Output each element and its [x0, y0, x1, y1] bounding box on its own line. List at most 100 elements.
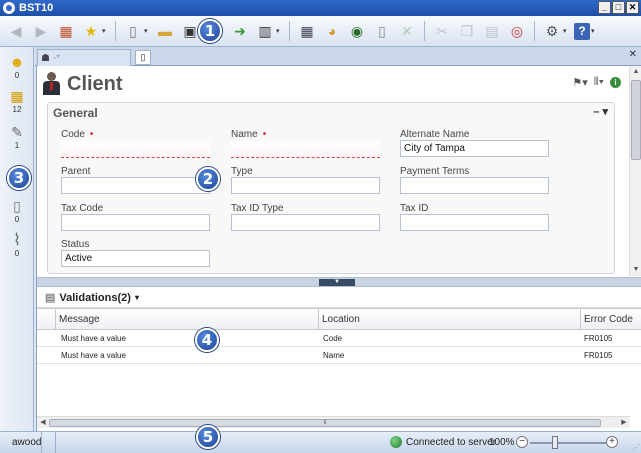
paste-icon[interactable]: ▤: [482, 21, 502, 41]
column-header-location[interactable]: Location: [322, 314, 360, 325]
resize-grip-icon[interactable]: ⋰: [632, 443, 640, 452]
go-arrow-icon[interactable]: ➜: [230, 21, 250, 41]
name-input[interactable]: [231, 141, 380, 158]
flag-icon[interactable]: ⚑▾: [572, 76, 587, 89]
sidebar-count: 1: [14, 141, 20, 150]
title-bar: BST10 _ □ ✕: [0, 0, 641, 16]
table-row[interactable]: Must have a value Name FR0105: [37, 348, 641, 364]
column-header-message[interactable]: Message: [59, 314, 100, 325]
cut-icon[interactable]: ✂: [432, 21, 452, 41]
scroll-down-icon[interactable]: ▼: [630, 264, 641, 276]
client-person-icon: [41, 72, 61, 96]
parent-input[interactable]: [61, 177, 210, 194]
grid-horizontal-scrollbar[interactable]: ◀ ⦀ ▶: [37, 416, 630, 428]
tax-id-label: Tax ID: [400, 203, 429, 214]
clapperboard-dropdown-icon[interactable]: ▾: [276, 27, 282, 35]
type-input[interactable]: [231, 177, 380, 194]
new-dropdown-icon[interactable]: ▾: [144, 27, 150, 35]
calendar-icon: ▦: [10, 87, 24, 104]
person-icon: ☗: [41, 52, 50, 64]
validations-grid-header: Message Location Error Code: [37, 308, 641, 330]
tax-id-type-input[interactable]: [231, 214, 380, 231]
favorites-dropdown-icon[interactable]: ▾: [102, 27, 108, 35]
globe-icon: [390, 436, 402, 448]
zoom-in-button[interactable]: +: [606, 436, 618, 448]
code-input[interactable]: [61, 141, 210, 158]
settings-dropdown-icon[interactable]: ▾: [563, 27, 569, 35]
attachment-icon: ⌇: [13, 232, 21, 249]
cell-error-code: FR0105: [584, 351, 613, 360]
status-input[interactable]: Active: [61, 250, 210, 267]
left-sidebar: ☻ 0 ▦ 12 ✎ 1 ▯ 0 ⌇ 0: [0, 47, 34, 431]
sidebar-item-attachments[interactable]: ⌇ 0: [0, 231, 34, 259]
toolbar-separator: [534, 21, 535, 41]
scroll-thumb[interactable]: ⦀: [49, 419, 601, 427]
compass-icon[interactable]: ◉: [347, 21, 367, 41]
settings-gear-icon[interactable]: ⚙: [542, 21, 562, 41]
columns-icon[interactable]: ⦀▾: [594, 76, 604, 89]
sidebar-item-notes[interactable]: ✎ 1: [0, 123, 34, 151]
page-title: Client: [67, 72, 123, 95]
favorites-star-icon[interactable]: ★: [81, 21, 101, 41]
validations-title: Validations(2): [59, 291, 131, 304]
chart-icon[interactable]: ◕: [322, 21, 342, 41]
scroll-thumb[interactable]: [631, 80, 641, 160]
validations-header[interactable]: ▤ Validations(2) ▾: [37, 288, 641, 308]
tax-code-input[interactable]: [61, 214, 210, 231]
maximize-button[interactable]: □: [612, 1, 625, 14]
form-view-icon[interactable]: ▦: [297, 21, 317, 41]
sidebar-item-documents[interactable]: ▯ 0: [0, 197, 34, 225]
attach-icon[interactable]: ◎: [507, 21, 527, 41]
callout-1: 1: [198, 19, 222, 43]
validation-icon: ▤: [45, 292, 56, 304]
type-label: Type: [231, 166, 253, 177]
tab-client[interactable]: ☗ -*: [37, 49, 131, 66]
help-icon[interactable]: ?: [574, 22, 590, 40]
forward-arrow-icon[interactable]: ▶: [31, 21, 51, 41]
pane-splitter[interactable]: ▼: [37, 277, 641, 287]
alternate-name-label: Alternate Name: [400, 129, 470, 140]
open-folder-icon[interactable]: ▬: [155, 21, 175, 41]
scroll-left-icon[interactable]: ◀: [37, 417, 49, 429]
alternate-name-input[interactable]: City of Tampa: [400, 140, 549, 157]
new-document-icon[interactable]: ▯: [123, 21, 143, 41]
clapperboard-icon[interactable]: ▥: [255, 21, 275, 41]
splitter-grip-icon[interactable]: ▼: [319, 279, 355, 286]
save-icon[interactable]: ▣: [180, 21, 200, 41]
payment-terms-input[interactable]: [400, 177, 549, 194]
column-header-error-code[interactable]: Error Code: [584, 314, 633, 325]
notes-icon: ✎: [11, 123, 23, 140]
minimize-button[interactable]: _: [598, 1, 611, 14]
table-row[interactable]: Must have a value Code FR0105: [37, 331, 641, 347]
sidebar-item-contacts[interactable]: ☻ 0: [0, 53, 34, 81]
cell-error-code: FR0105: [584, 334, 613, 343]
chevron-down-icon[interactable]: ▾: [135, 293, 139, 302]
zoom-out-button[interactable]: −: [516, 436, 528, 448]
zoom-level: 100%: [489, 437, 515, 448]
form-vertical-scrollbar[interactable]: ▲ ▼: [629, 66, 641, 276]
info-icon[interactable]: i: [610, 77, 621, 88]
required-marker: •: [262, 129, 267, 140]
clipboard-icon[interactable]: ▯: [372, 21, 392, 41]
section-collapse-button[interactable]: – ▾: [593, 105, 608, 118]
help-dropdown-icon[interactable]: ▾: [591, 27, 597, 35]
callout-2: 2: [196, 167, 220, 191]
tax-id-input[interactable]: [400, 214, 549, 231]
calendar-icon[interactable]: ▦: [56, 21, 76, 41]
close-button[interactable]: ✕: [626, 1, 639, 14]
header-tools: ⚑▾ ⦀▾ i: [572, 76, 621, 89]
scroll-right-icon[interactable]: ▶: [618, 417, 630, 429]
scroll-up-icon[interactable]: ▲: [630, 66, 641, 78]
close-tab-icon[interactable]: ✕: [629, 49, 637, 60]
back-arrow-icon[interactable]: ◀: [6, 21, 26, 41]
tax-id-type-label: Tax ID Type: [231, 203, 284, 214]
delete-x-icon[interactable]: ✕: [397, 21, 417, 41]
zoom-slider-track[interactable]: [530, 442, 606, 444]
copy-icon[interactable]: ❐: [457, 21, 477, 41]
new-tab-button[interactable]: ▯: [135, 50, 151, 65]
required-marker: •: [89, 129, 94, 140]
sidebar-item-calendar[interactable]: ▦ 12: [0, 87, 34, 115]
callout-5: 5: [196, 425, 220, 449]
zoom-slider-thumb[interactable]: [552, 436, 558, 449]
status-label: Status: [61, 239, 90, 250]
